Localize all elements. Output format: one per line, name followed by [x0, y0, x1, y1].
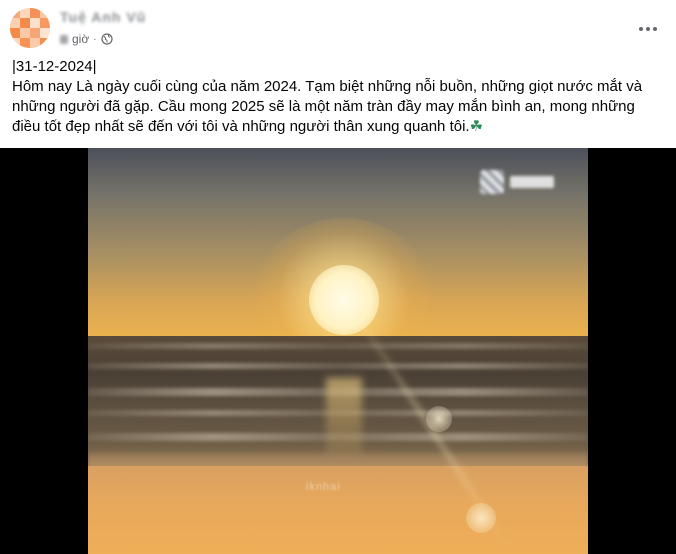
more-options-button[interactable] [636, 14, 660, 38]
lens-flare [426, 406, 452, 432]
post-media[interactable]: iknhai [0, 148, 676, 554]
caption-date-line: |31-12-2024| [12, 58, 97, 75]
meta-separator: · [93, 33, 97, 45]
post-caption: |31-12-2024| Hôm nay Là ngày cuối cùng c… [12, 57, 662, 137]
post-meta: giờ · [60, 32, 113, 46]
more-horizontal-icon [638, 16, 658, 37]
caption-text: Hôm nay Là ngày cuối cùng của năm 2024. … [12, 78, 643, 135]
sunset-photo[interactable]: iknhai [88, 148, 588, 554]
lens-flare [466, 503, 496, 533]
globe-icon[interactable] [100, 33, 113, 45]
watermark-text: iknhai [306, 481, 341, 493]
photo-sand [88, 466, 588, 554]
facebook-post: Tuệ Anh Vũ giờ · |31-12-2024| Hôm nay Là… [0, 0, 676, 554]
watermark-logo [480, 170, 560, 194]
wave [88, 343, 588, 349]
post-time[interactable]: giờ [72, 32, 89, 46]
caption-body: Hôm nay Là ngày cuối cùng của năm 2024. … [12, 77, 662, 137]
author-avatar[interactable] [10, 8, 50, 48]
author-name[interactable]: Tuệ Anh Vũ [60, 9, 146, 25]
wave [88, 363, 588, 369]
clover-emoji: ☘ [469, 118, 484, 135]
sun-reflection [326, 378, 362, 458]
time-value [60, 34, 68, 44]
